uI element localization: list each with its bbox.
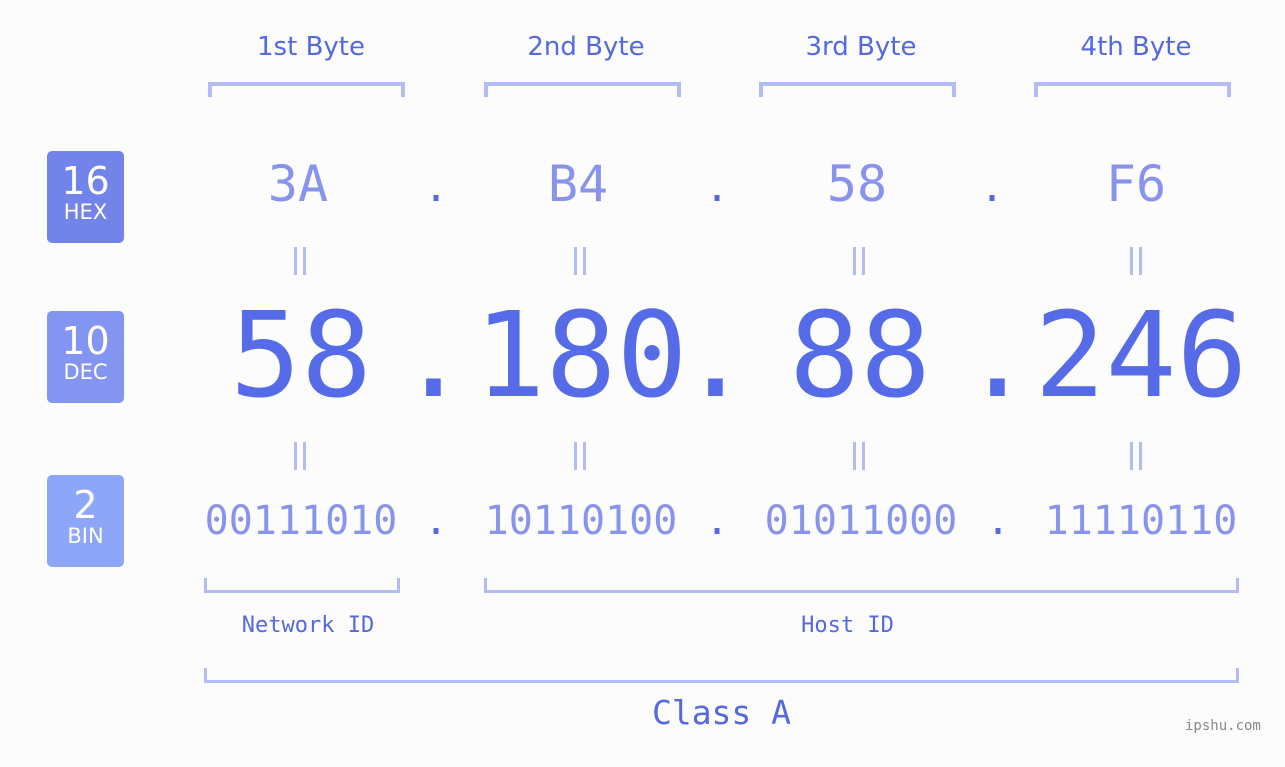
dec-byte-4: 246: [1034, 286, 1248, 424]
bin-byte-4: 11110110: [1044, 498, 1238, 544]
hex-separator-1: .: [424, 165, 449, 211]
hex-separator-3: .: [980, 165, 1005, 211]
dec-badge: 10 DEC: [47, 311, 124, 403]
hex-byte-3: 58: [826, 155, 888, 213]
bin-separator-3: .: [986, 498, 1011, 544]
equals-icon: [290, 247, 310, 275]
equals-icon: [570, 247, 590, 275]
hex-base-label: HEX: [63, 200, 108, 224]
equals-icon: [290, 442, 310, 470]
dec-separator-1: .: [398, 286, 470, 424]
host-id-label: Host ID: [801, 613, 894, 638]
equals-icon: [1126, 247, 1146, 275]
byte-bracket-2: [484, 82, 681, 97]
hex-badge: 16 HEX: [47, 151, 124, 243]
equals-icon: [570, 442, 590, 470]
hex-byte-2: B4: [547, 155, 609, 213]
network-id-label: Network ID: [241, 613, 375, 638]
class-bracket: [204, 668, 1239, 683]
bin-byte-1: 00111010: [204, 498, 398, 544]
dec-separator-3: .: [962, 286, 1034, 424]
byte-bracket-3: [759, 82, 956, 97]
dec-base-number: 10: [61, 319, 110, 363]
equals-icon: [1126, 442, 1146, 470]
bin-separator-2: .: [705, 498, 730, 544]
byte-header-2: 2nd Byte: [527, 32, 645, 62]
hex-byte-4: F6: [1105, 155, 1167, 213]
bin-byte-3: 01011000: [764, 498, 958, 544]
class-label: Class A: [651, 693, 792, 732]
dec-byte-2: 180: [474, 286, 688, 424]
byte-header-1: 1st Byte: [257, 32, 365, 62]
dec-base-label: DEC: [63, 360, 108, 384]
host-id-bracket: [484, 578, 1239, 593]
bin-base-number: 2: [73, 483, 98, 527]
byte-header-3: 3rd Byte: [805, 32, 917, 62]
dec-separator-2: .: [680, 286, 752, 424]
bin-separator-1: .: [424, 498, 449, 544]
equals-icon: [849, 247, 869, 275]
hex-byte-1: 3A: [267, 155, 329, 213]
hex-separator-2: .: [705, 165, 730, 211]
bin-byte-2: 10110100: [484, 498, 678, 544]
hex-base-number: 16: [61, 159, 110, 203]
byte-header-4: 4th Byte: [1080, 32, 1192, 62]
network-id-bracket: [204, 578, 400, 593]
dec-byte-3: 88: [788, 286, 932, 424]
bin-badge: 2 BIN: [47, 475, 124, 567]
byte-bracket-1: [208, 82, 405, 97]
equals-icon: [849, 442, 869, 470]
byte-bracket-4: [1034, 82, 1231, 97]
watermark: ipshu.com: [1185, 718, 1261, 734]
bin-base-label: BIN: [67, 524, 104, 548]
dec-byte-1: 58: [229, 286, 373, 424]
